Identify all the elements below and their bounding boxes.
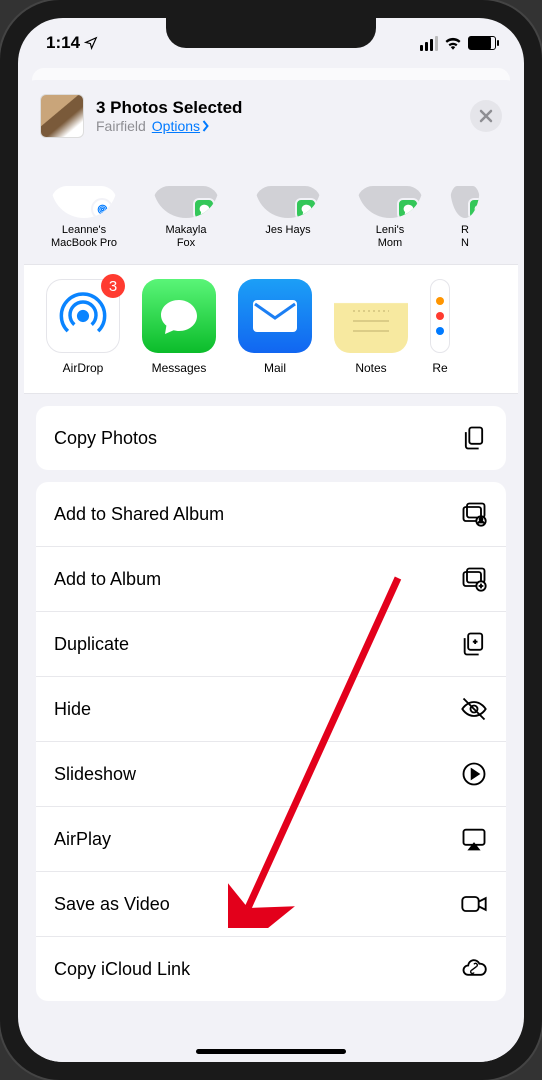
location-arrow-icon [84, 36, 98, 50]
contact-name-line2: Mom [348, 237, 432, 250]
selection-thumbnail [40, 94, 84, 138]
hide-icon [460, 695, 488, 723]
app-label: Messages [142, 361, 216, 375]
sheet-title: 3 Photos Selected [96, 98, 242, 118]
messages-icon [155, 292, 203, 340]
action-label: Copy Photos [54, 428, 157, 449]
messages-badge-icon [295, 198, 317, 218]
action-label: Add to Shared Album [54, 504, 224, 525]
action-copy-icloud-link[interactable]: Copy iCloud Link [36, 937, 506, 1001]
contact-name-line2: N [450, 237, 480, 250]
airplay-icon [460, 825, 488, 853]
action-label: Hide [54, 699, 91, 720]
action-save-as-video[interactable]: Save as Video [36, 872, 506, 937]
icloud-link-icon [460, 955, 488, 983]
close-button[interactable] [470, 100, 502, 132]
contact-name: Jes Hays [246, 224, 330, 237]
app-mail[interactable]: Mail [238, 279, 312, 375]
options-link[interactable]: Options [152, 118, 210, 134]
contact-makayla-fox[interactable]: Makayla Fox [144, 152, 228, 250]
action-group-1: Copy Photos [36, 406, 506, 470]
contact-name: Leanne's [42, 224, 126, 237]
shared-album-icon [460, 500, 488, 528]
add-album-icon [460, 565, 488, 593]
screen: 1:14 3 Photos Selected Fairfield Options [18, 18, 524, 1062]
action-label: Save as Video [54, 894, 170, 915]
copy-icon [460, 424, 488, 452]
contact-name: R [450, 224, 480, 237]
contact-name-line2: MacBook Pro [42, 237, 126, 250]
contact-name: Leni's [348, 224, 432, 237]
duplicate-icon [460, 630, 488, 658]
status-time: 1:14 [46, 33, 80, 53]
contact-name: Makayla [144, 224, 228, 237]
home-indicator[interactable] [196, 1049, 346, 1054]
action-add-album[interactable]: Add to Album [36, 547, 506, 612]
cellular-signal-icon [420, 36, 438, 51]
action-airplay[interactable]: AirPlay [36, 807, 506, 872]
messages-badge-icon [193, 198, 215, 218]
share-sheet: 3 Photos Selected Fairfield Options [24, 80, 518, 1062]
action-label: AirPlay [54, 829, 111, 850]
action-label: Slideshow [54, 764, 136, 785]
app-notes[interactable]: Notes [334, 279, 408, 375]
messages-badge-icon [468, 198, 480, 218]
reminders-icon [433, 291, 447, 341]
sheet-header: 3 Photos Selected Fairfield Options [24, 80, 518, 152]
notch [166, 18, 376, 48]
notes-icon [345, 303, 397, 343]
video-icon [460, 890, 488, 918]
app-reminders-partial[interactable]: Re [430, 279, 450, 375]
actions-list[interactable]: Copy Photos Add to Shared Album Add to A… [24, 406, 518, 1062]
contact-name-line2: Fox [144, 237, 228, 250]
wifi-icon [444, 36, 462, 50]
action-label: Add to Album [54, 569, 161, 590]
mail-icon [250, 298, 300, 334]
action-duplicate[interactable]: Duplicate [36, 612, 506, 677]
close-icon [479, 109, 493, 123]
action-group-2: Add to Shared Album Add to Album Duplica… [36, 482, 506, 1001]
options-link-label: Options [152, 118, 200, 134]
slideshow-icon [460, 760, 488, 788]
chevron-right-icon [201, 120, 210, 132]
contact-partial[interactable]: R N [450, 152, 480, 250]
action-label: Duplicate [54, 634, 129, 655]
action-hide[interactable]: Hide [36, 677, 506, 742]
action-slideshow[interactable]: Slideshow [36, 742, 506, 807]
action-label: Copy iCloud Link [54, 959, 190, 980]
app-label: Notes [334, 361, 408, 375]
badge-count: 3 [101, 274, 125, 298]
contact-leanne-macbook[interactable]: Leanne's MacBook Pro [42, 152, 126, 250]
app-airdrop[interactable]: 3 AirDrop [46, 279, 120, 375]
location-label: Fairfield [96, 118, 146, 134]
contact-lenis-mom[interactable]: Leni's Mom [348, 152, 432, 250]
airdrop-icon [57, 290, 109, 342]
app-label: Re [430, 361, 450, 375]
messages-badge-icon [397, 198, 419, 218]
app-label: AirDrop [46, 361, 120, 375]
action-add-shared-album[interactable]: Add to Shared Album [36, 482, 506, 547]
apps-row[interactable]: 3 AirDrop Messages Mail [24, 264, 518, 394]
app-label: Mail [238, 361, 312, 375]
contact-jes-hays[interactable]: Jes Hays [246, 152, 330, 250]
action-copy-photos[interactable]: Copy Photos [36, 406, 506, 470]
battery-icon [468, 36, 496, 50]
app-messages[interactable]: Messages [142, 279, 216, 375]
airdrop-badge-icon [91, 198, 113, 218]
phone-frame: 1:14 3 Photos Selected Fairfield Options [0, 0, 542, 1080]
contacts-row[interactable]: Leanne's MacBook Pro Makayla Fox Jes Hay… [24, 152, 518, 264]
